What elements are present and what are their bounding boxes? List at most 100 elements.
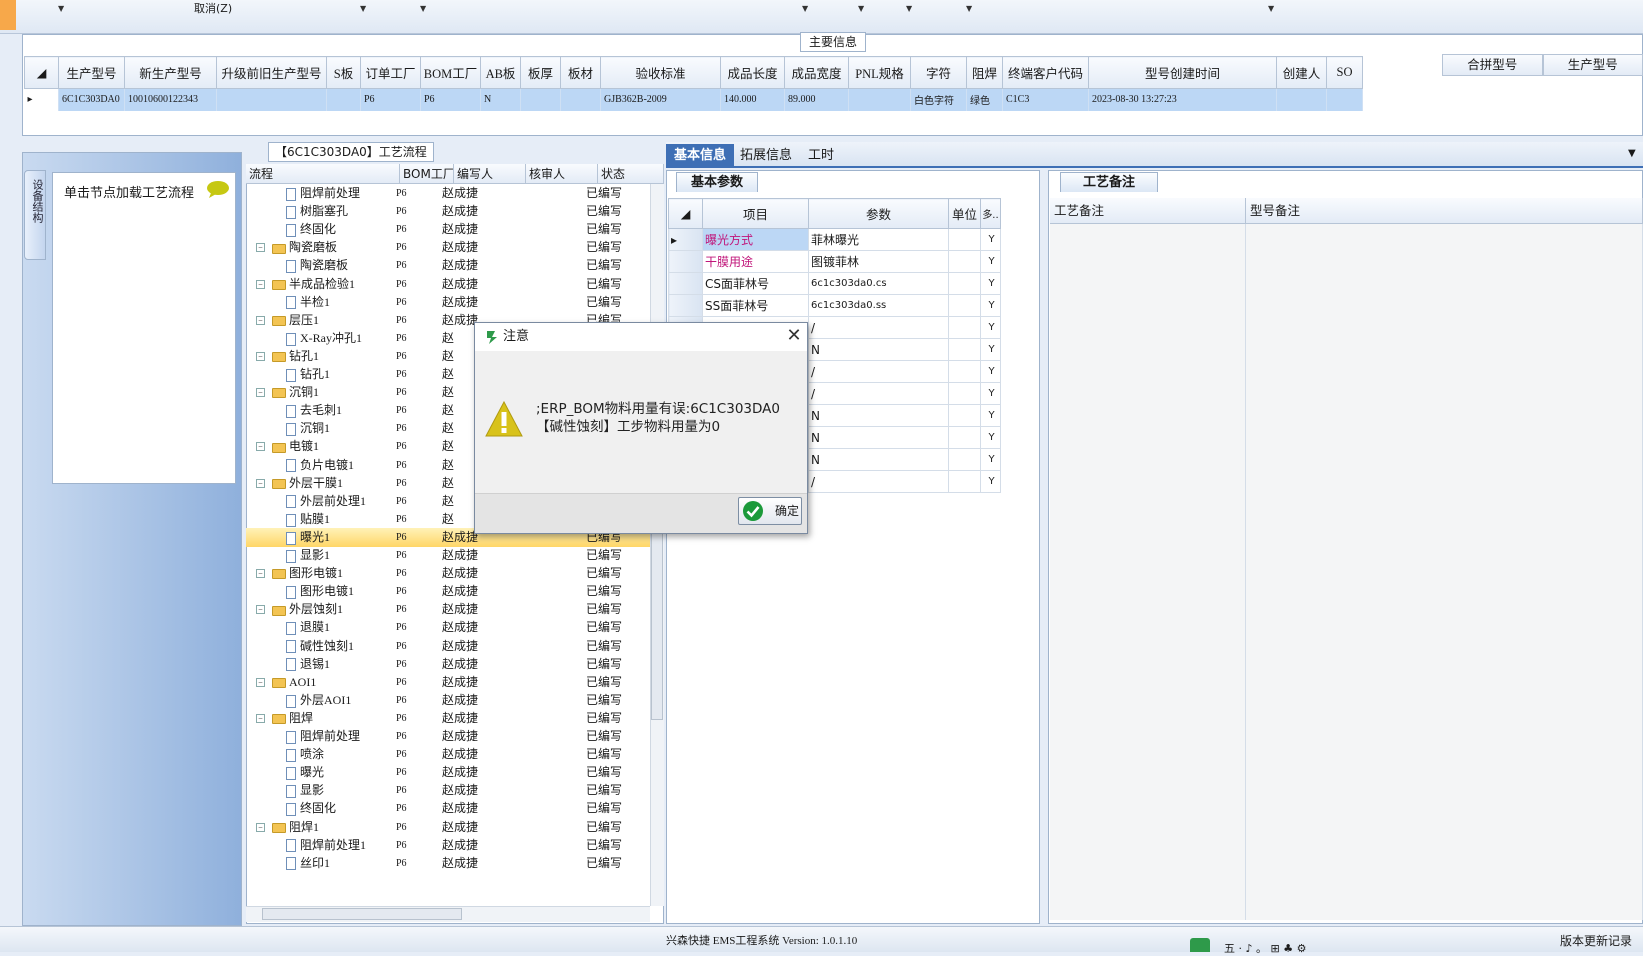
tree-node[interactable]: 丝印1P6赵成捷已编写	[246, 854, 650, 873]
collapse-icon[interactable]: −	[256, 280, 265, 289]
collapse-icon[interactable]: −	[256, 479, 265, 488]
param-value-cell[interactable]: N	[809, 449, 949, 471]
param-value-cell[interactable]: 图镀菲林	[809, 251, 949, 273]
load-process-box[interactable]	[52, 172, 236, 484]
collapse-icon[interactable]: −	[256, 352, 265, 361]
tree-node[interactable]: −阻焊P6赵成捷已编写	[246, 709, 650, 728]
tree-node[interactable]: 半检1P6赵成捷已编写	[246, 293, 650, 312]
main-col-header[interactable]: PNL规格	[849, 57, 911, 89]
tree-node[interactable]: 阻焊前处理P6赵成捷已编写	[246, 727, 650, 746]
tree-col-reviewer[interactable]: 核审人	[526, 164, 598, 183]
param-value-cell[interactable]: /	[809, 471, 949, 493]
param-value-cell[interactable]: N	[809, 427, 949, 449]
collapse-icon[interactable]: −	[256, 823, 265, 832]
tree-col-author[interactable]: 编写人	[454, 164, 526, 183]
table-row[interactable]: CS面菲林号6c1c303da0.csY	[669, 273, 1001, 295]
param-col-value[interactable]: 参数	[809, 199, 949, 229]
version-history-link[interactable]: 版本更新记录	[1560, 932, 1632, 949]
close-icon[interactable]: ✕	[784, 326, 804, 346]
tree-col-status[interactable]: 状态	[598, 164, 664, 183]
param-col-multi[interactable]: 多..	[981, 199, 1001, 229]
param-value-cell[interactable]: 菲林曝光	[809, 229, 949, 251]
main-col-header[interactable]: 验收标准	[601, 57, 721, 89]
tree-node[interactable]: 树脂塞孔P6赵成捷已编写	[246, 202, 650, 221]
main-col-header[interactable]: SO	[1327, 57, 1363, 89]
main-col-header[interactable]: 订单工厂	[361, 57, 421, 89]
param-value-cell[interactable]: N	[809, 339, 949, 361]
tree-node[interactable]: 终固化P6赵成捷已编写	[246, 799, 650, 818]
tree-node[interactable]: 外层AOI1P6赵成捷已编写	[246, 691, 650, 710]
tree-node[interactable]: 碱性蚀刻1P6赵成捷已编写	[246, 637, 650, 656]
collapse-icon[interactable]: −	[256, 442, 265, 451]
param-value-cell[interactable]: 6c1c303da0.cs	[809, 273, 949, 295]
chat-bubble-icon[interactable]	[206, 180, 230, 198]
main-col-header[interactable]: 板材	[561, 57, 601, 89]
param-value-cell[interactable]: 6c1c303da0.ss	[809, 295, 949, 317]
tab-extended-info[interactable]: 拓展信息	[732, 144, 800, 168]
tab-work-hours[interactable]: 工时	[800, 144, 842, 168]
input-method-icon[interactable]	[1190, 938, 1210, 952]
table-row[interactable]: SS面菲林号6c1c303da0.ssY	[669, 295, 1001, 317]
param-value-cell[interactable]: /	[809, 317, 949, 339]
tree-node[interactable]: 退膜1P6赵成捷已编写	[246, 618, 650, 637]
process-notes-field[interactable]	[1050, 224, 1246, 920]
tree-node[interactable]: 退锡1P6赵成捷已编写	[246, 655, 650, 674]
tree-node[interactable]: −阻焊1P6赵成捷已编写	[246, 818, 650, 837]
tab-basic-info[interactable]: 基本信息	[666, 144, 734, 168]
tree-node[interactable]: 图形电镀1P6赵成捷已编写	[246, 582, 650, 601]
tree-node[interactable]: 曝光P6赵成捷已编写	[246, 763, 650, 782]
tree-node[interactable]: 阻焊前处理1P6赵成捷已编写	[246, 836, 650, 855]
tree-node[interactable]: −图形电镀1P6赵成捷已编写	[246, 564, 650, 583]
collapse-icon[interactable]: −	[256, 605, 265, 614]
main-col-header[interactable]: AB板	[481, 57, 521, 89]
table-row[interactable]: 干膜用途图镀菲林Y	[669, 251, 1001, 273]
param-col-item[interactable]: 项目	[703, 199, 809, 229]
dropdown-arrow-icon[interactable]: ▼	[58, 4, 64, 13]
tree-node[interactable]: 终固化P6赵成捷已编写	[246, 220, 650, 239]
main-col-header[interactable]: 板厚	[521, 57, 561, 89]
cancel-button[interactable]: 取消(Z)	[194, 0, 232, 16]
tree-node[interactable]: −陶瓷磨板P6赵成捷已编写	[246, 238, 650, 257]
tree-node[interactable]: −AOI1P6赵成捷已编写	[246, 673, 650, 692]
notes-col-model[interactable]: 型号备注	[1246, 198, 1643, 223]
collapse-icon[interactable]: −	[256, 316, 265, 325]
main-col-header[interactable]: 升级前旧生产型号	[217, 57, 327, 89]
app-menu-tab[interactable]	[0, 0, 16, 30]
main-col-header[interactable]: 新生产型号	[125, 57, 217, 89]
main-col-header[interactable]: S板	[327, 57, 361, 89]
collapse-icon[interactable]: −	[256, 678, 265, 687]
notes-col-process[interactable]: 工艺备注	[1050, 198, 1246, 223]
dropdown-arrow-icon[interactable]: ▼	[906, 4, 912, 13]
main-col-header[interactable]: 阻焊	[967, 57, 1003, 89]
dropdown-arrow-icon[interactable]: ▼	[858, 4, 864, 13]
tree-node[interactable]: 显影P6赵成捷已编写	[246, 781, 650, 800]
main-col-header[interactable]: BOM工厂	[421, 57, 481, 89]
dropdown-arrow-icon[interactable]: ▼	[966, 4, 972, 13]
dropdown-arrow-icon[interactable]: ▼	[802, 4, 808, 13]
vertical-tab-equipment[interactable]: 设备结构	[24, 170, 46, 260]
main-col-header[interactable]: 成品长度	[721, 57, 785, 89]
tree-node[interactable]: 阻焊前处理P6赵成捷已编写	[246, 184, 650, 203]
table-row[interactable]: ▸6C1C303DA010010600122343P6P6NGJB362B-20…	[25, 89, 1363, 111]
collapse-icon[interactable]: −	[256, 714, 265, 723]
table-row[interactable]: ▸曝光方式菲林曝光Y	[669, 229, 1001, 251]
main-col-header[interactable]: 生产型号	[59, 57, 125, 89]
tab-dropdown-icon[interactable]: ▼	[1628, 148, 1636, 159]
collapse-icon[interactable]: −	[256, 243, 265, 252]
param-value-cell[interactable]: /	[809, 361, 949, 383]
tab-basic-params[interactable]: 基本参数	[676, 172, 758, 192]
dropdown-arrow-icon[interactable]: ▼	[1268, 4, 1274, 13]
main-col-header[interactable]: 型号创建时间	[1089, 57, 1277, 89]
param-value-cell[interactable]: N	[809, 405, 949, 427]
dropdown-arrow-icon[interactable]: ▼	[360, 4, 366, 13]
main-col-header[interactable]: 成品宽度	[785, 57, 849, 89]
tree-node[interactable]: 喷涂P6赵成捷已编写	[246, 745, 650, 764]
collapse-icon[interactable]: −	[256, 388, 265, 397]
tree-hscroll-thumb[interactable]	[262, 908, 462, 920]
tree-col-bom-factory[interactable]: BOM工厂	[400, 164, 454, 183]
model-notes-field[interactable]	[1246, 224, 1643, 920]
collapse-icon[interactable]: −	[256, 569, 265, 578]
tree-node[interactable]: −外层蚀刻1P6赵成捷已编写	[246, 600, 650, 619]
tree-node[interactable]: 显影1P6赵成捷已编写	[246, 546, 650, 565]
tree-col-flow[interactable]: 流程	[246, 164, 400, 183]
